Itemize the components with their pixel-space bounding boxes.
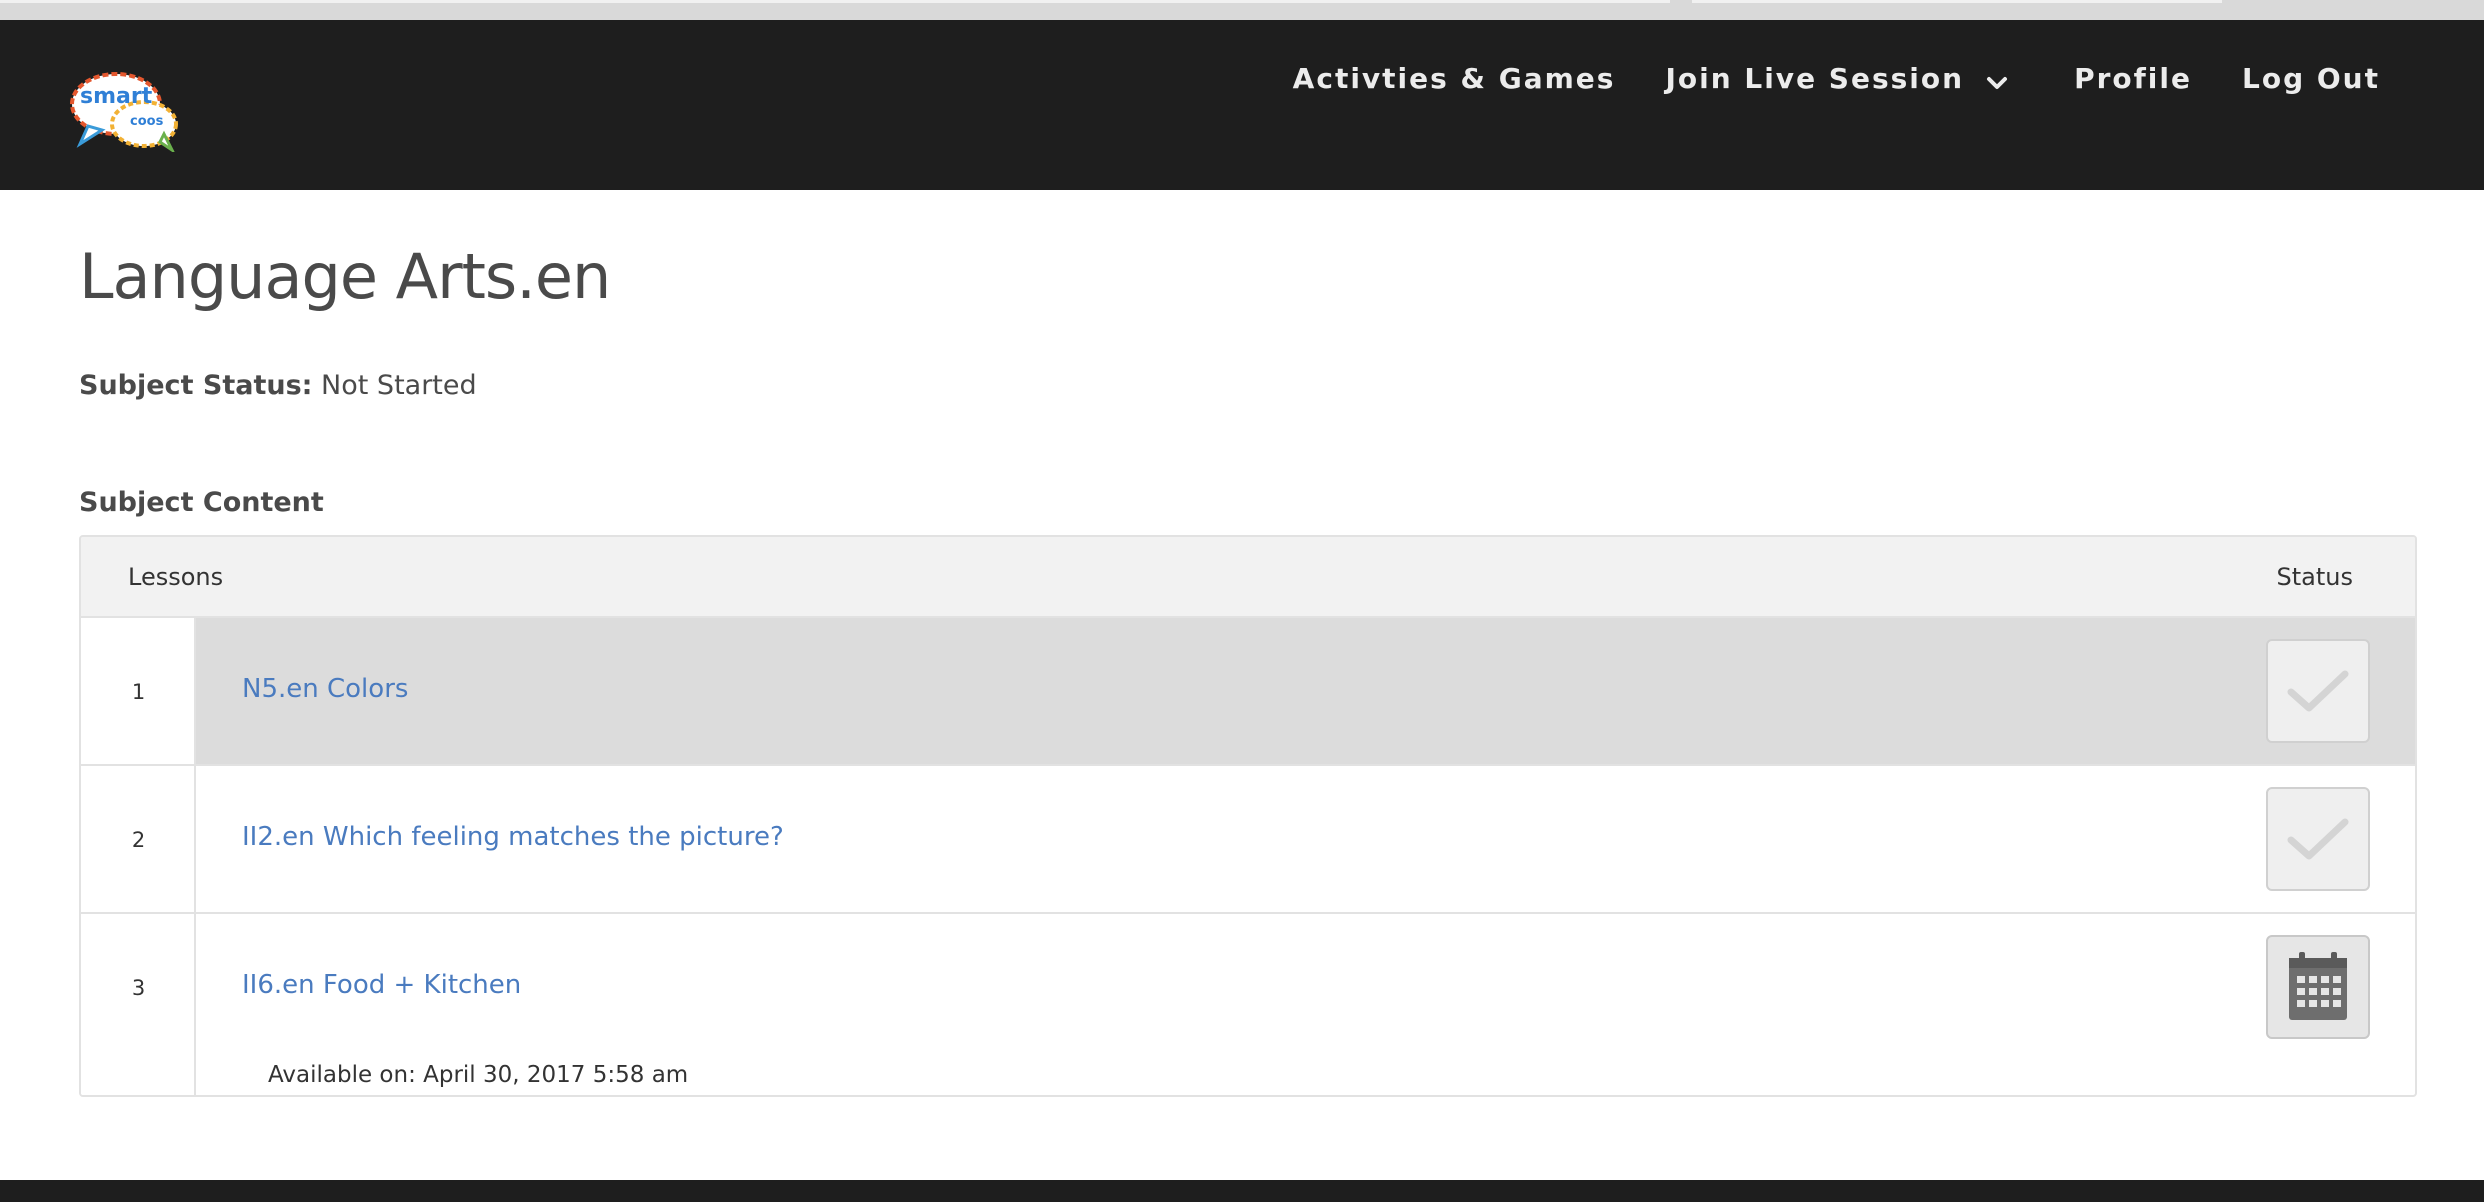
browser-tab-strip [0, 0, 2484, 20]
nav-join-live-session[interactable]: Join Live Session [1665, 62, 2008, 95]
nav-label: Log Out [2242, 62, 2380, 95]
footer-bar [0, 1180, 2484, 1202]
check-icon [2287, 818, 2349, 860]
logo-text: smart [80, 84, 153, 109]
logo-text: coos [130, 114, 164, 129]
lesson-link[interactable]: II6.en Food + Kitchen [242, 970, 521, 1000]
logo-speech-bubbles-icon [70, 72, 178, 152]
subject-content-heading: Subject Content [79, 487, 324, 518]
nav-activities-games[interactable]: Activties & Games [1293, 62, 1616, 95]
table-header: Lessons Status [81, 537, 2415, 618]
lesson-link[interactable]: II2.en Which feeling matches the picture… [242, 822, 784, 852]
subject-status-value: Not Started [321, 370, 477, 401]
row-number-cell: 3 [81, 914, 196, 1095]
table-row: 3 II6.en Food + Kitchen Available on: Ap… [81, 914, 2415, 1095]
lesson-status-button[interactable] [2266, 787, 2370, 891]
nav-label: Activties & Games [1292, 62, 1616, 95]
nav-label: Join Live Session [1665, 62, 1965, 95]
nav-log-out[interactable]: Log Out [2242, 62, 2380, 95]
top-navigation-bar: smart coos Activties & Games Join Live S… [0, 20, 2484, 190]
smartcoos-logo[interactable]: smart coos [68, 68, 180, 152]
available-date: Available on: April 30, 2017 5:58 am [268, 1062, 689, 1088]
chevron-down-icon [1986, 68, 2008, 90]
browser-tab[interactable] [0, 0, 1670, 3]
row-lesson-cell: II6.en Food + Kitchen Available on: Apri… [196, 914, 2415, 1095]
subject-status-label: Subject Status: [79, 370, 313, 401]
header-status: Status [2276, 563, 2353, 591]
nav-menu: Activties & Games Join Live Session Prof… [1243, 62, 2380, 95]
nav-profile[interactable]: Profile [2074, 62, 2192, 95]
calendar-icon [2289, 952, 2347, 1020]
lesson-status-button[interactable] [2266, 639, 2370, 743]
nav-label: Profile [2074, 62, 2192, 95]
header-lessons: Lessons [128, 563, 224, 591]
browser-tab[interactable] [1692, 0, 2222, 3]
row-number: 2 [131, 828, 146, 852]
row-number-cell: 2 [81, 766, 196, 912]
row-number: 3 [131, 976, 146, 1000]
lesson-link[interactable]: N5.en Colors [242, 674, 408, 704]
row-number-cell: 1 [81, 618, 196, 764]
row-lesson-cell: II2.en Which feeling matches the picture… [196, 766, 2415, 912]
subject-status: Subject Status: Not Started [79, 370, 477, 401]
row-lesson-cell: N5.en Colors [196, 618, 2415, 764]
check-icon [2287, 670, 2349, 712]
page-title: Language Arts.en [79, 240, 611, 313]
row-number: 1 [131, 680, 146, 704]
table-row: 2 II2.en Which feeling matches the pictu… [81, 766, 2415, 914]
lesson-status-button[interactable] [2266, 935, 2370, 1039]
table-row: 1 N5.en Colors [81, 618, 2415, 766]
lessons-table: Lessons Status 1 N5.en Colors 2 II2.en W… [79, 535, 2417, 1097]
